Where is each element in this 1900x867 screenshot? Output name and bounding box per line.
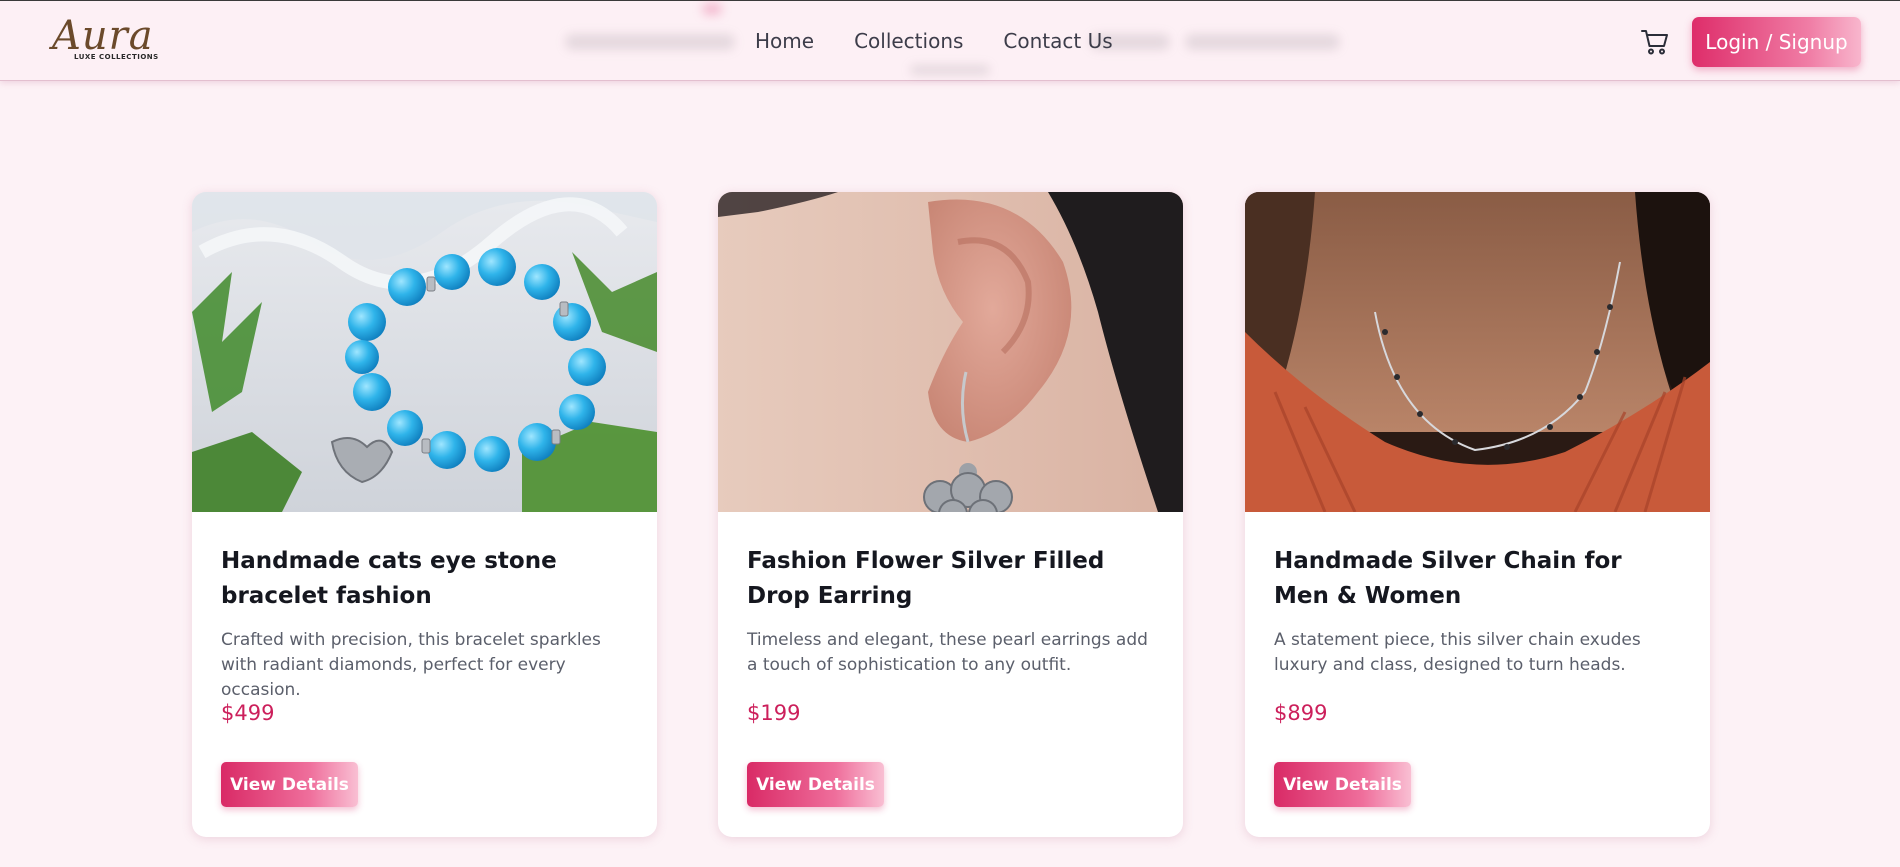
product-title: Fashion Flower Silver Filled Drop Earrin… — [747, 548, 1105, 609]
brand-logo[interactable]: Aura LUXE COLLECTIONS — [48, 13, 188, 69]
product-description: Timeless and elegant, these pearl earrin… — [747, 630, 1148, 675]
product-image-bracelet[interactable] — [192, 192, 657, 512]
ghost-text — [565, 34, 735, 50]
nav-home[interactable]: Home — [755, 29, 814, 53]
product-description: A statement piece, this silver chain exu… — [1274, 630, 1641, 675]
product-description: Crafted with precision, this bracelet sp… — [221, 630, 601, 700]
product-card: Handmade Silver Chain for Men & Women A … — [1245, 192, 1710, 837]
product-title: Handmade cats eye stone bracelet fashion — [221, 548, 557, 609]
nav-collections[interactable]: Collections — [854, 29, 963, 53]
view-details-button[interactable]: View Details — [1274, 762, 1411, 807]
product-price: $499 — [221, 701, 275, 725]
product-image-earring[interactable] — [718, 192, 1183, 512]
product-card: Fashion Flower Silver Filled Drop Earrin… — [718, 192, 1183, 837]
view-details-button[interactable]: View Details — [747, 762, 884, 807]
logo-subtitle: LUXE COLLECTIONS — [74, 53, 159, 61]
login-signup-button[interactable]: Login / Signup — [1692, 17, 1861, 67]
ghost-dot — [702, 3, 722, 15]
ghost-text — [1185, 34, 1340, 50]
main-nav: Home Collections Contact Us — [755, 29, 1153, 53]
view-details-button[interactable]: View Details — [221, 762, 358, 807]
product-price: $199 — [747, 701, 801, 725]
product-price: $899 — [1274, 701, 1328, 725]
site-header: Aura LUXE COLLECTIONS Home Collections C… — [0, 0, 1900, 81]
product-image-chain[interactable] — [1245, 192, 1710, 512]
ghost-text — [910, 65, 990, 75]
product-title: Handmade Silver Chain for Men & Women — [1274, 548, 1622, 609]
nav-contact-us[interactable]: Contact Us — [1003, 29, 1112, 53]
product-card: Handmade cats eye stone bracelet fashion… — [192, 192, 657, 837]
cart-icon[interactable] — [1640, 28, 1670, 56]
